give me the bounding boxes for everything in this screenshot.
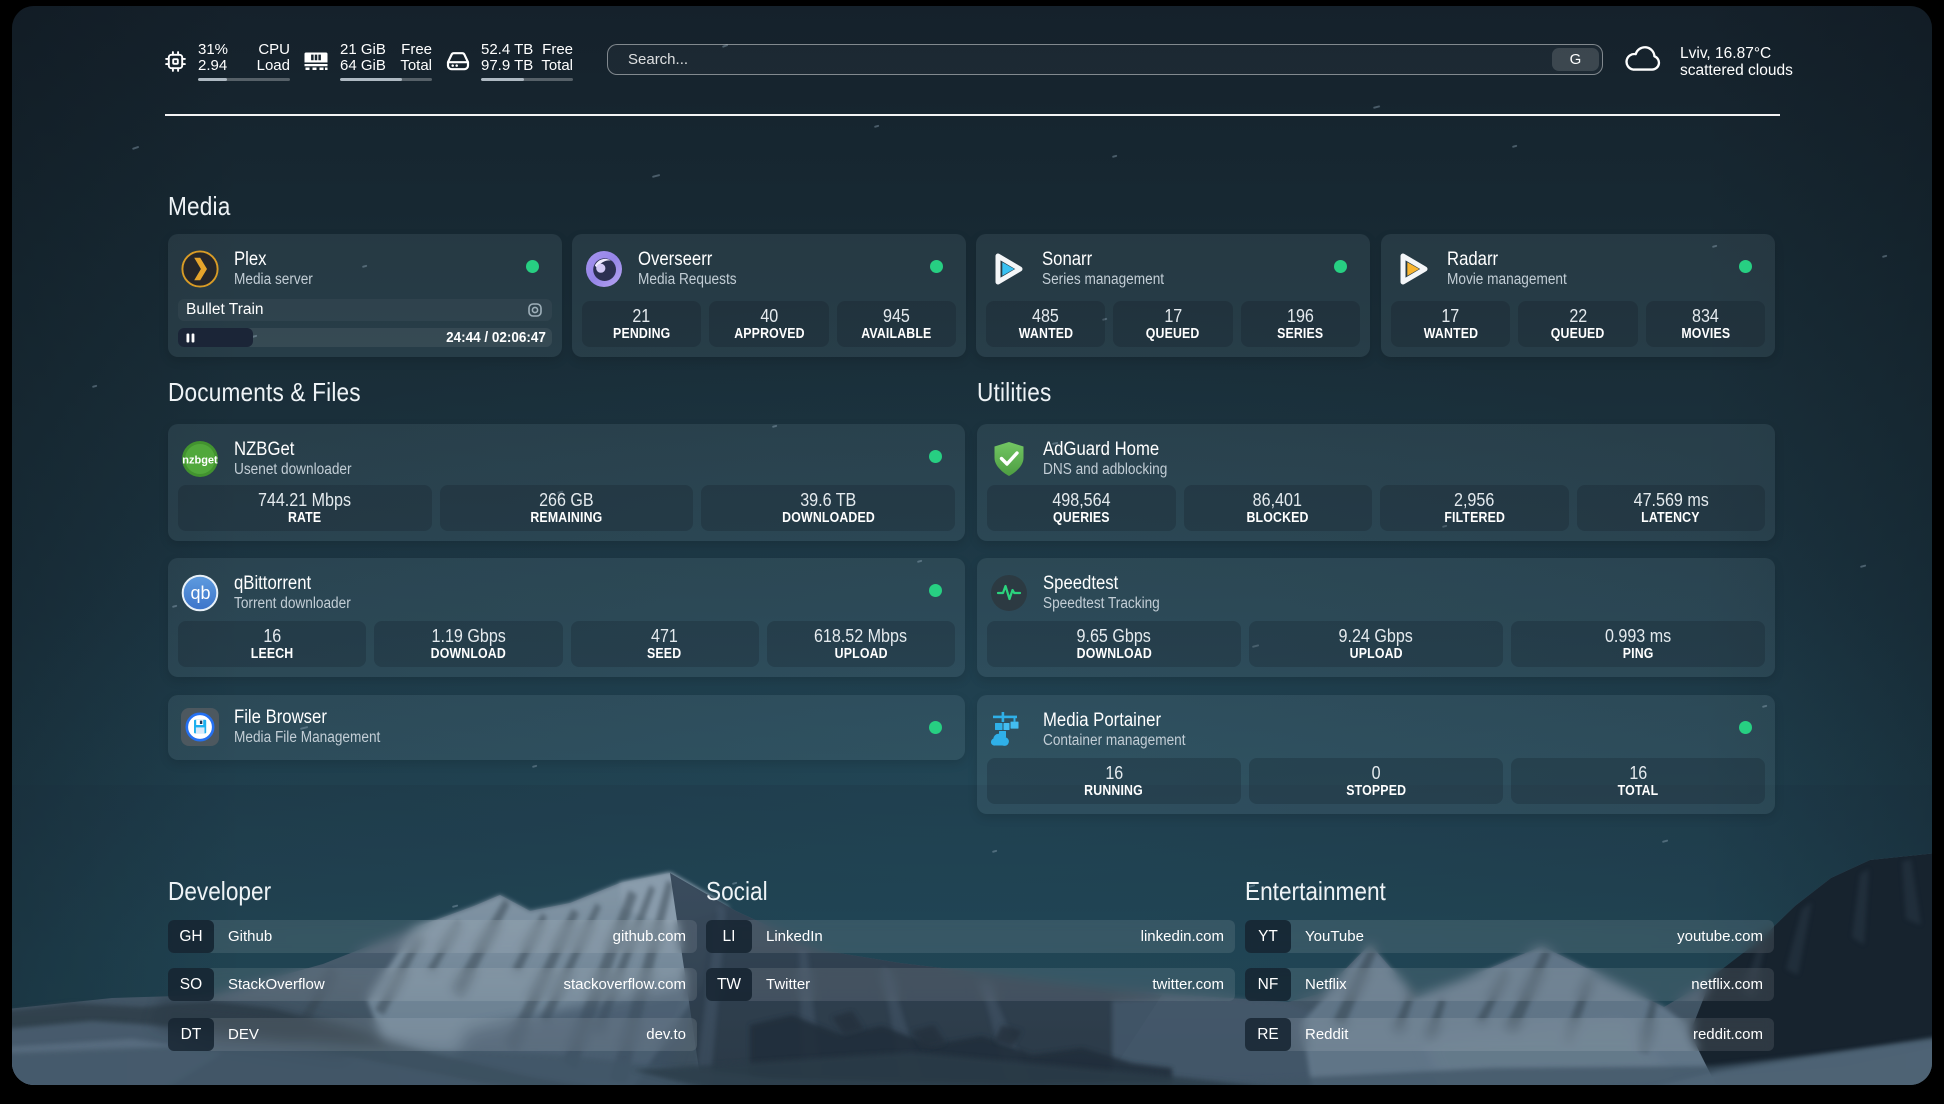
svg-text:nzbget: nzbget	[182, 455, 218, 467]
svg-text:qb: qb	[190, 583, 210, 603]
